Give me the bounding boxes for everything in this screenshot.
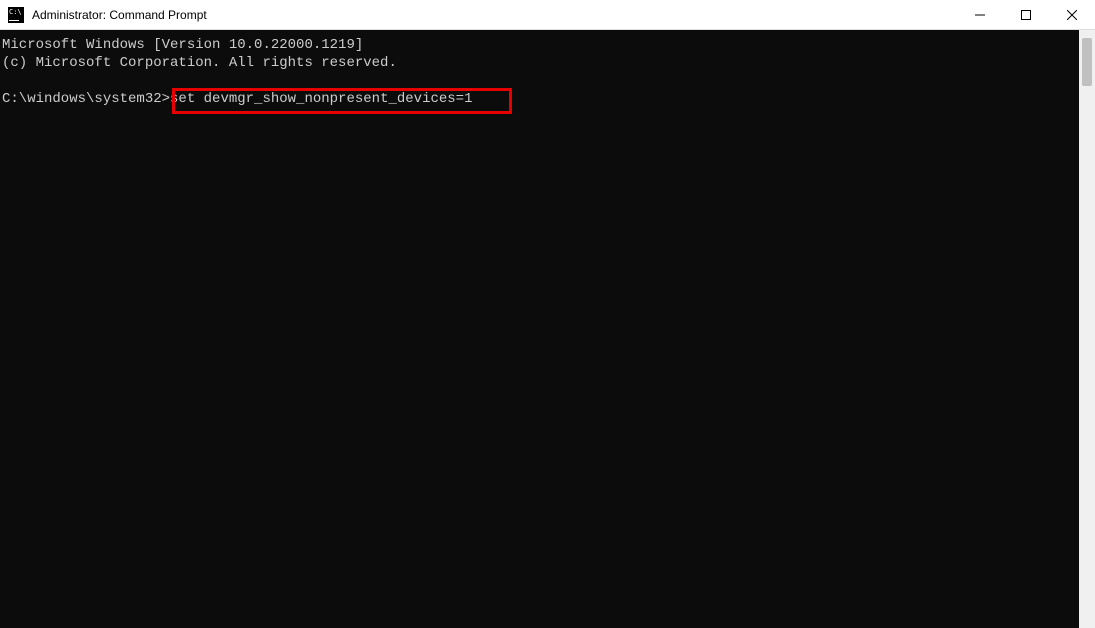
terminal-line-version: Microsoft Windows [Version 10.0.22000.12… [2, 37, 363, 53]
close-icon [1067, 10, 1077, 20]
terminal-output[interactable]: Microsoft Windows [Version 10.0.22000.12… [0, 30, 1079, 628]
maximize-button[interactable] [1003, 0, 1049, 29]
terminal-prompt: C:\windows\system32> [2, 91, 170, 107]
close-button[interactable] [1049, 0, 1095, 29]
window-title: Administrator: Command Prompt [32, 8, 957, 22]
minimize-icon [975, 10, 985, 20]
window-controls [957, 0, 1095, 29]
vertical-scrollbar[interactable] [1079, 30, 1095, 628]
terminal-line-copyright: (c) Microsoft Corporation. All rights re… [2, 55, 397, 71]
maximize-icon [1021, 10, 1031, 20]
minimize-button[interactable] [957, 0, 1003, 29]
titlebar: Administrator: Command Prompt [0, 0, 1095, 30]
terminal-container: Microsoft Windows [Version 10.0.22000.12… [0, 30, 1095, 628]
cmd-icon [8, 7, 24, 23]
scroll-thumb[interactable] [1082, 38, 1092, 86]
terminal-command[interactable]: set devmgr_show_nonpresent_devices=1 [170, 91, 472, 107]
